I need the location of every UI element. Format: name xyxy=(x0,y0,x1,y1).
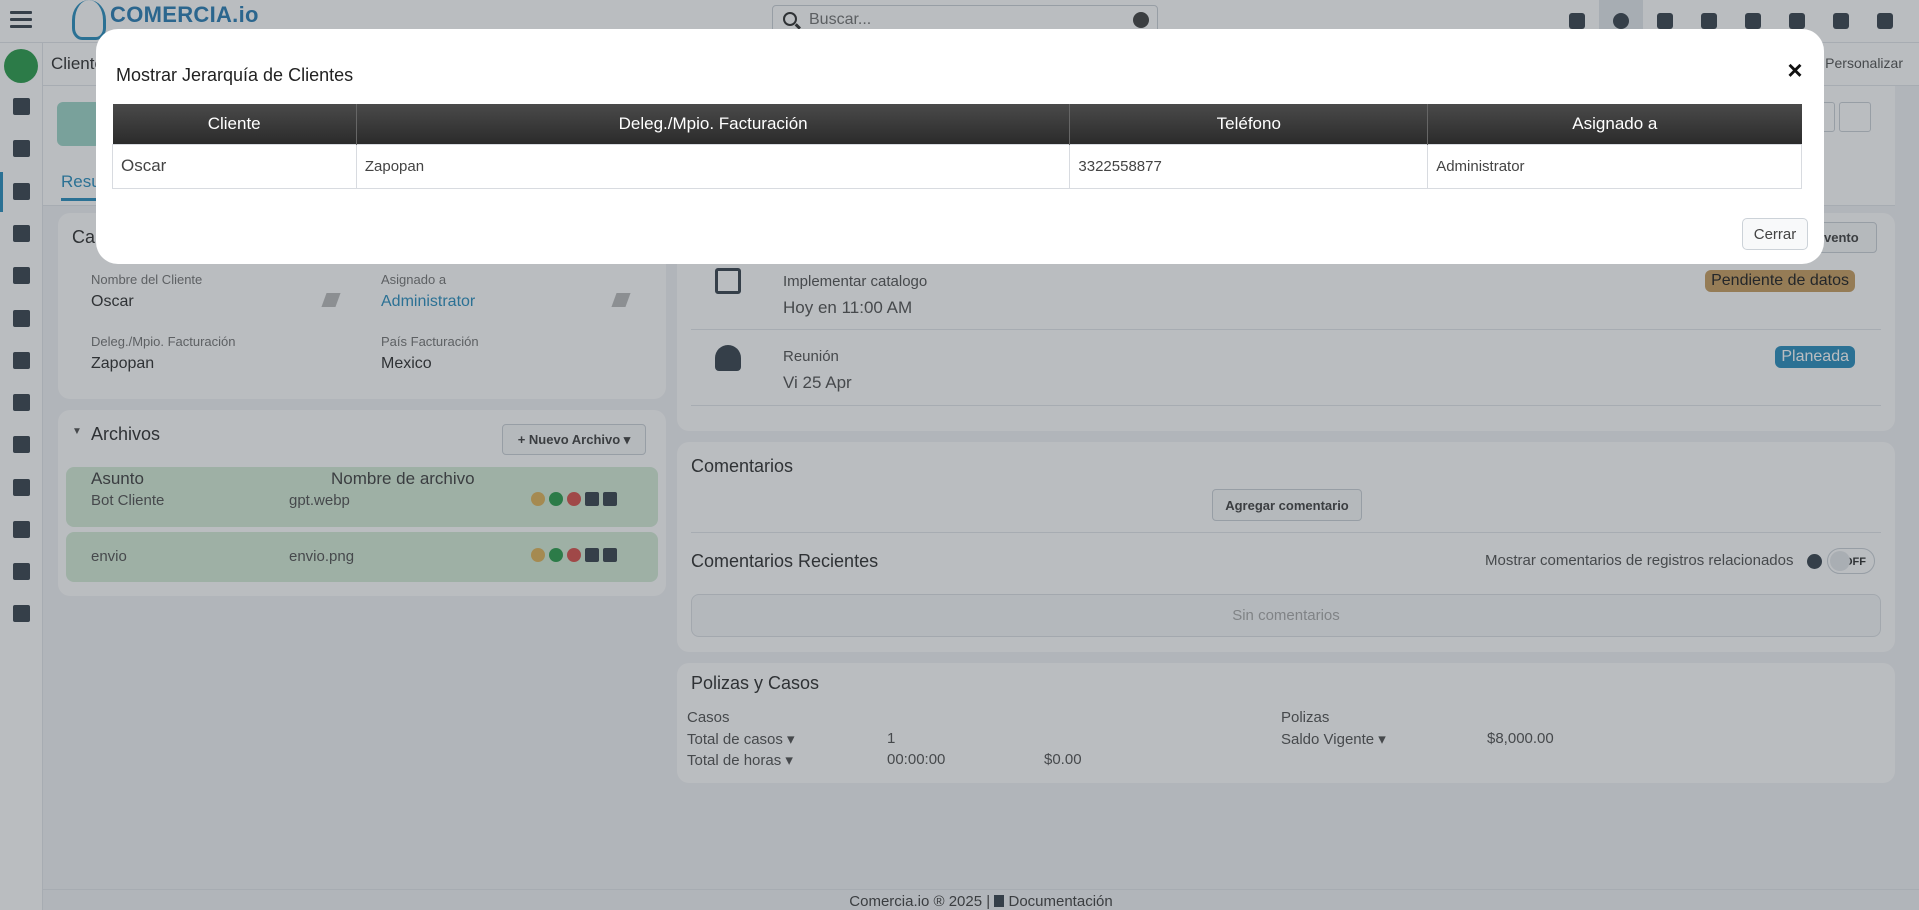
table-row[interactable]: Oscar Zapopan 3322558877 Administrator xyxy=(112,143,1802,189)
column-header-phone[interactable]: Teléfono xyxy=(1069,104,1429,144)
modal-title: Mostrar Jerarquía de Clientes xyxy=(116,65,354,85)
client-hierarchy-modal: Mostrar Jerarquía de Clientes × Cliente … xyxy=(96,29,1824,264)
close-icon[interactable]: × xyxy=(1784,57,1806,83)
column-header-billing-city[interactable]: Deleg./Mpio. Facturación xyxy=(356,104,1071,144)
close-button[interactable]: Cerrar xyxy=(1742,218,1808,250)
column-header-client[interactable]: Cliente xyxy=(112,104,357,144)
cell-assigned: Administrator xyxy=(1427,143,1802,189)
cell-phone: 3322558877 xyxy=(1069,143,1429,189)
table-header-row: Cliente Deleg./Mpio. Facturación Teléfon… xyxy=(112,104,1802,144)
cell-client[interactable]: Oscar xyxy=(112,143,357,189)
cell-billing-city: Zapopan xyxy=(355,143,1071,189)
column-header-assigned[interactable]: Asignado a xyxy=(1427,104,1802,144)
hierarchy-table: Cliente Deleg./Mpio. Facturación Teléfon… xyxy=(112,104,1802,189)
